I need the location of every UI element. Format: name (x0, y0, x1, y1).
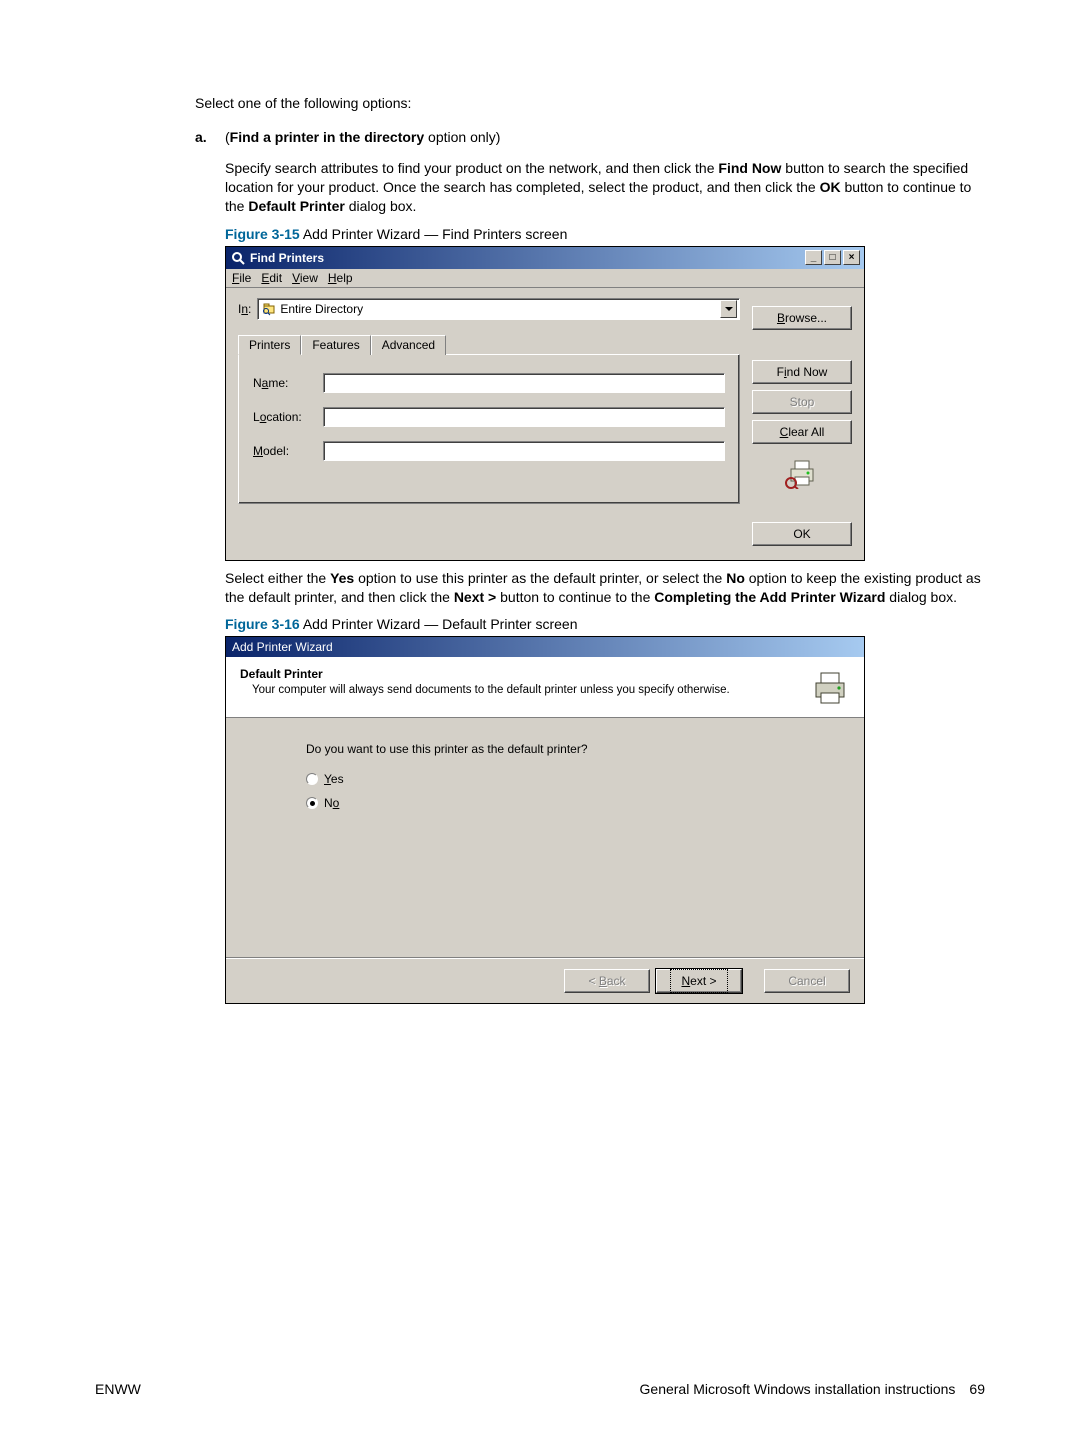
chevron-down-icon[interactable] (720, 300, 737, 318)
add-printer-wizard-dialog: Add Printer Wizard Default Printer Your … (225, 636, 865, 1004)
radio-no[interactable] (306, 797, 318, 809)
stop-button[interactable]: Stop (752, 390, 852, 414)
wizard-header-subtitle: Your computer will always send documents… (240, 684, 800, 696)
in-value: Entire Directory (280, 302, 363, 316)
list-label-a: (Find a printer in the directory option … (225, 129, 500, 145)
paragraph-default-instructions: Select either the Yes option to use this… (225, 569, 985, 607)
menu-view[interactable]: View (292, 271, 318, 285)
tab-advanced[interactable]: Advanced (371, 335, 446, 355)
location-label: Location: (253, 410, 313, 424)
footer-right: General Microsoft Windows installation i… (640, 1381, 956, 1397)
menubar: File Edit View Help (226, 269, 864, 288)
page-footer: ENWW General Microsoft Windows installat… (95, 1381, 985, 1397)
directory-icon (262, 302, 276, 316)
radio-no-label: No (324, 796, 339, 810)
location-input[interactable] (323, 407, 725, 427)
list-item-a: a. (Find a printer in the directory opti… (195, 129, 985, 145)
wizard-footer: < Back Next > Cancel (226, 958, 864, 1003)
titlebar: Find Printers _ □ × (226, 247, 864, 269)
menu-help[interactable]: Help (328, 271, 353, 285)
printer-large-icon (784, 454, 820, 490)
next-button[interactable]: Next > (656, 969, 742, 993)
list-marker-a: a. (195, 129, 225, 145)
wizard-titlebar: Add Printer Wizard (226, 637, 864, 657)
find-printers-dialog: Find Printers _ □ × File Edit View Help … (225, 246, 865, 561)
radio-yes-label: Yes (324, 772, 344, 786)
browse-button[interactable]: Browse... (752, 306, 852, 330)
figure-3-15-caption: Figure 3-15 Add Printer Wizard — Find Pr… (225, 226, 985, 242)
clear-all-button[interactable]: Clear All (752, 420, 852, 444)
wizard-question: Do you want to use this printer as the d… (306, 742, 804, 756)
wizard-body: Do you want to use this printer as the d… (226, 718, 864, 958)
maximize-button[interactable]: □ (824, 250, 841, 265)
name-label: Name: (253, 376, 313, 390)
menu-file[interactable]: File (232, 271, 251, 285)
cancel-button[interactable]: Cancel (764, 969, 850, 993)
in-combo[interactable]: Entire Directory (257, 298, 740, 320)
tab-features[interactable]: Features (301, 335, 370, 355)
radio-no-row[interactable]: No (306, 796, 804, 810)
tab-printers[interactable]: Printers (238, 335, 301, 355)
intro-text: Select one of the following options: (195, 95, 985, 111)
find-icon (230, 250, 246, 266)
radio-yes-row[interactable]: Yes (306, 772, 804, 786)
model-input[interactable] (323, 441, 725, 461)
wizard-header-title: Default Printer (240, 667, 800, 681)
menu-edit[interactable]: Edit (261, 271, 282, 285)
close-button[interactable]: × (843, 250, 860, 265)
find-now-button[interactable]: Find Now (752, 360, 852, 384)
wizard-header: Default Printer Your computer will alway… (226, 657, 864, 718)
titlebar-text: Find Printers (250, 251, 324, 265)
name-input[interactable] (323, 373, 725, 393)
radio-yes[interactable] (306, 773, 318, 785)
back-button[interactable]: < Back (564, 969, 650, 993)
minimize-button[interactable]: _ (805, 250, 822, 265)
figure-3-16-caption: Figure 3-16 Add Printer Wizard — Default… (225, 616, 985, 632)
printer-icon (810, 667, 850, 707)
tab-panel-printers: Name: Location: Model: (238, 354, 740, 504)
in-label: In: (238, 302, 251, 316)
tabstrip: Printers Features Advanced (238, 334, 740, 355)
model-label: Model: (253, 444, 313, 458)
footer-page-number: 69 (969, 1381, 985, 1397)
footer-left: ENWW (95, 1381, 141, 1397)
ok-button[interactable]: OK (752, 522, 852, 546)
paragraph-find-instructions: Specify search attributes to find your p… (225, 159, 985, 216)
